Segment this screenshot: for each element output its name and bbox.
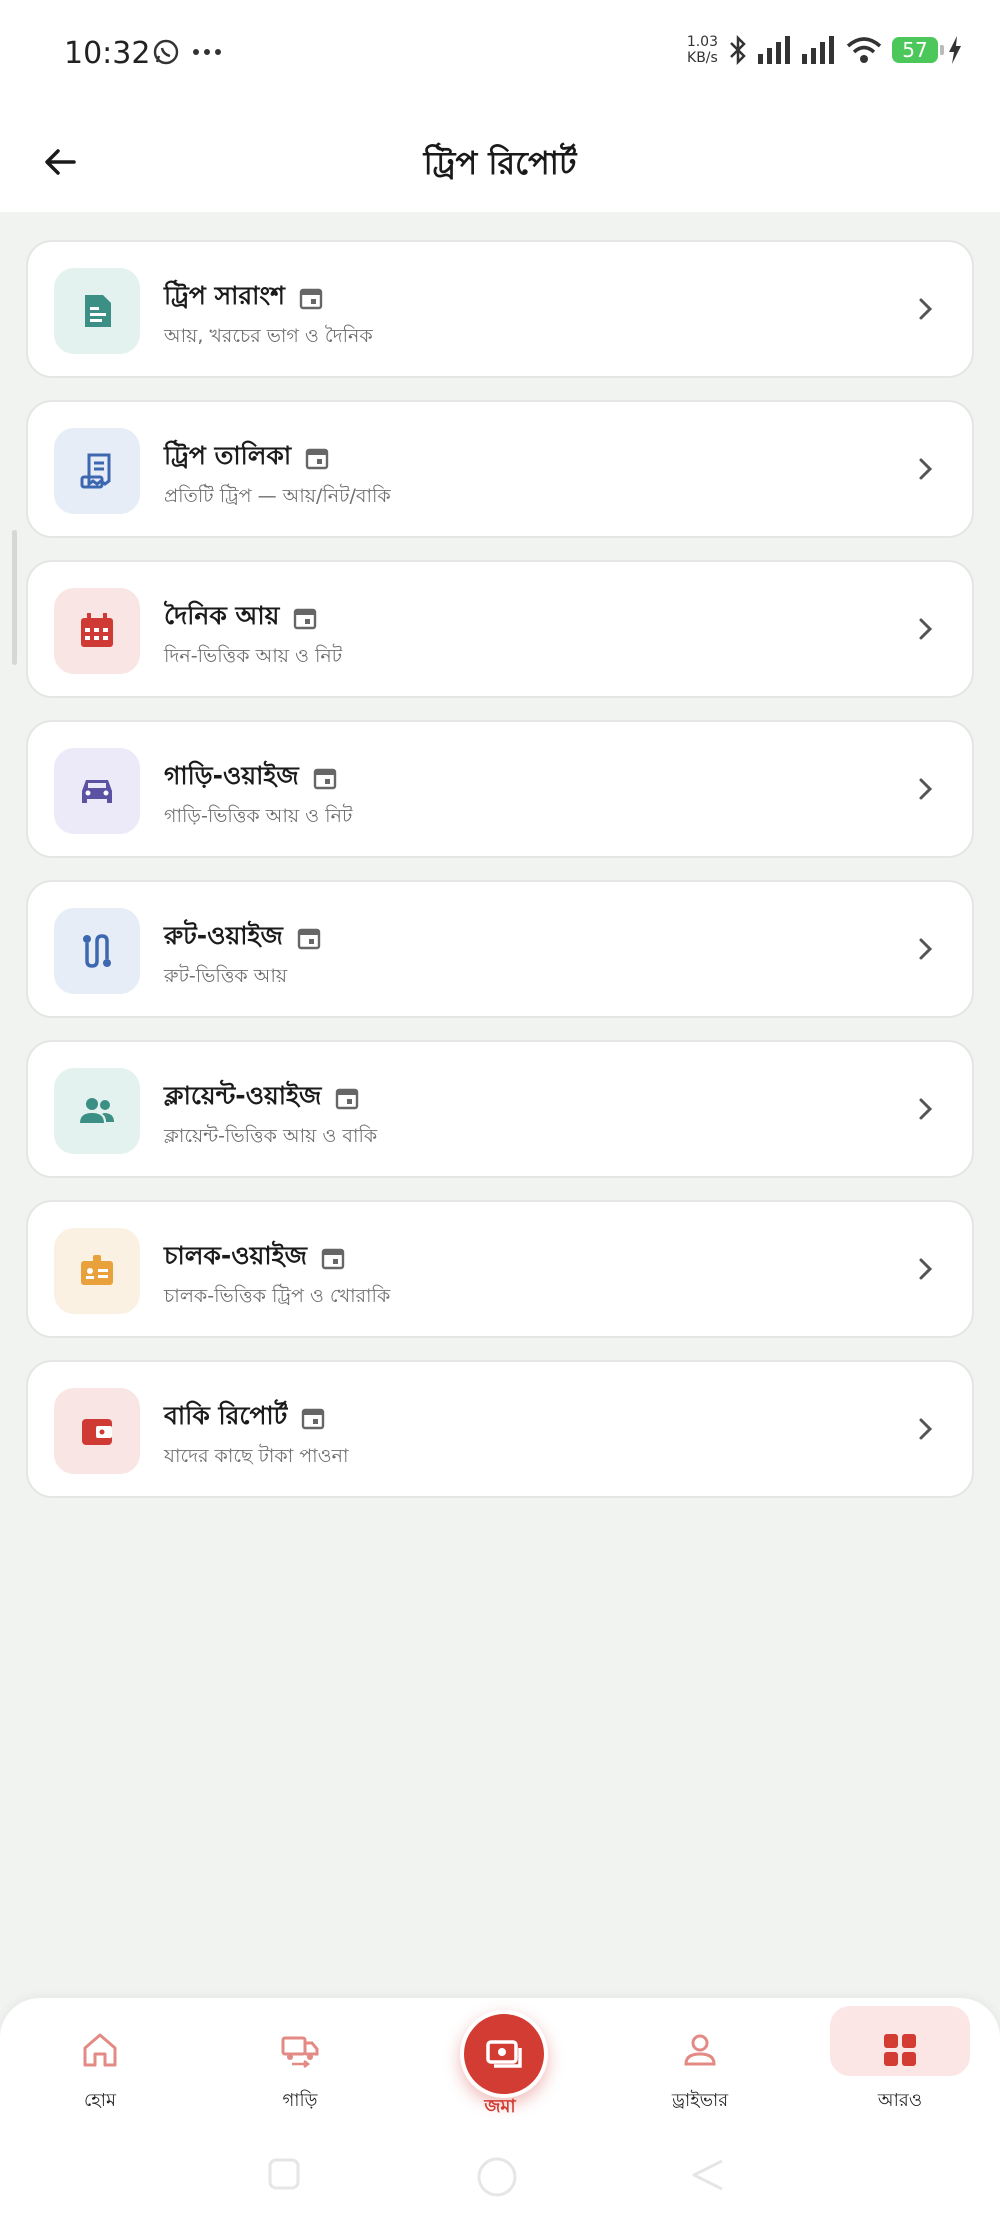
people-icon xyxy=(54,1068,140,1154)
report-title: ট্রিপ তালিকা xyxy=(164,441,292,470)
home-icon xyxy=(83,2033,117,2067)
chevron-right-icon xyxy=(919,1258,933,1280)
nav-more[interactable]: আরও xyxy=(830,2016,970,2116)
route-icon xyxy=(54,908,140,994)
calendar-small-icon xyxy=(302,1408,325,1429)
wallet-icon xyxy=(54,1388,140,1474)
truck-icon xyxy=(281,2036,319,2068)
scroll-indicator[interactable] xyxy=(12,530,17,665)
chevron-right-icon xyxy=(919,298,933,320)
report-subtitle: গাড়ি-ভিত্তিক আয় ও নিট xyxy=(164,805,353,827)
chevron-right-icon xyxy=(919,1098,933,1120)
car-icon xyxy=(54,748,140,834)
report-list: ট্রিপ সারাংশ আয়, খরচের ভাগ ও দৈনিক ট্রি… xyxy=(26,240,974,1520)
recents-icon[interactable] xyxy=(267,2157,301,2191)
document-icon xyxy=(54,268,140,354)
more-dots-icon xyxy=(193,49,221,55)
report-card-vehicle-wise[interactable]: গাড়ি-ওয়াইজ গাড়ি-ভিত্তিক আয় ও নিট xyxy=(26,720,974,858)
wifi-icon xyxy=(846,37,882,63)
calendar-small-icon xyxy=(321,1248,345,1269)
calendar-small-icon xyxy=(336,1088,359,1109)
report-card-daily-income[interactable]: দৈনিক আয় দিন-ভিত্তিক আয় ও নিট xyxy=(26,560,974,698)
nav-driver-label: ড্রাইভার xyxy=(671,2090,729,2111)
report-title: রুট-ওয়াইজ xyxy=(164,921,283,950)
chevron-right-icon xyxy=(919,778,933,800)
report-title: বাকি রিপোর্ট xyxy=(164,1401,288,1430)
calendar-small-icon xyxy=(305,448,329,469)
report-subtitle: আয়, খরচের ভাগ ও দৈনিক xyxy=(164,325,373,347)
nav-home[interactable]: হোম xyxy=(30,2016,170,2116)
report-subtitle: দিন-ভিত্তিক আয় ও নিট xyxy=(164,645,343,667)
calendar-small-icon xyxy=(297,928,321,949)
report-card-trip-list[interactable]: ট্রিপ তালিকা প্রতিটি ট্রিপ — আয়/নিট/বাক… xyxy=(26,400,974,538)
nav-deposit-label: জমা xyxy=(484,2096,516,2117)
status-bar: 10:32 1.03 KB/s 57 xyxy=(0,0,1000,110)
nav-home-label: হোম xyxy=(84,2090,116,2111)
calendar-small-icon xyxy=(299,288,323,309)
report-title: গাড়ি-ওয়াইজ xyxy=(164,761,299,790)
nav-driver[interactable]: ড্রাইভার xyxy=(630,2016,770,2116)
status-time: 10:32 xyxy=(64,36,151,71)
chevron-right-icon xyxy=(919,458,933,480)
calendar-small-icon xyxy=(294,608,317,629)
report-title: দৈনিক আয় xyxy=(164,601,280,630)
back-triangle-icon[interactable] xyxy=(690,2157,726,2193)
report-title: ট্রিপ সারাংশ xyxy=(164,281,285,310)
receipt-icon xyxy=(54,428,140,514)
report-card-due-report[interactable]: বাকি রিপোর্ট যাদের কাছে টাকা পাওনা xyxy=(26,1360,974,1498)
chevron-right-icon xyxy=(919,938,933,960)
chevron-right-icon xyxy=(919,618,933,640)
battery-indicator: 57 xyxy=(892,37,944,63)
app-bar: ট্রিপ রিপোর্ট xyxy=(0,110,1000,212)
net-speed: 1.03 KB/s xyxy=(686,34,718,66)
report-card-route-wise[interactable]: রুট-ওয়াইজ রুট-ভিত্তিক আয় xyxy=(26,880,974,1018)
report-subtitle: রুট-ভিত্তিক আয় xyxy=(164,965,288,987)
calendar-small-icon xyxy=(313,768,336,789)
nav-vehicle[interactable]: গাড়ি xyxy=(230,2016,370,2116)
nav-more-label: আরও xyxy=(877,2090,923,2111)
grid-icon xyxy=(884,2034,916,2066)
report-title: চালক-ওয়াইজ xyxy=(164,1241,307,1270)
calendar-icon xyxy=(54,588,140,674)
bluetooth-icon xyxy=(730,34,746,66)
report-subtitle: ক্লায়েন্ট-ভিত্তিক আয় ও বাকি xyxy=(164,1125,378,1147)
home-circle-icon[interactable] xyxy=(475,2155,519,2199)
report-card-driver-wise[interactable]: চালক-ওয়াইজ চালক-ভিত্তিক ট্রিপ ও খোরাকি xyxy=(26,1200,974,1338)
page-title: ট্রিপ রিপোর্ট xyxy=(423,144,577,182)
deposit-fab-button[interactable] xyxy=(460,2010,548,2098)
report-card-trip-summary[interactable]: ট্রিপ সারাংশ আয়, খরচের ভাগ ও দৈনিক xyxy=(26,240,974,378)
signal-icon-2 xyxy=(802,36,834,64)
chevron-right-icon xyxy=(919,1418,933,1440)
badge-icon xyxy=(54,1228,140,1314)
report-title: ক্লায়েন্ট-ওয়াইজ xyxy=(164,1081,322,1110)
report-subtitle: যাদের কাছে টাকা পাওনা xyxy=(164,1445,349,1467)
charging-icon xyxy=(949,36,961,64)
cash-icon xyxy=(486,2040,522,2068)
signal-icon xyxy=(758,36,790,64)
person-icon xyxy=(684,2034,716,2066)
system-nav-bar xyxy=(0,2122,1000,2225)
nav-vehicle-label: গাড়ি xyxy=(282,2090,318,2111)
whatsapp-icon xyxy=(153,39,179,65)
report-subtitle: প্রতিটি ট্রিপ — আয়/নিট/বাকি xyxy=(164,485,391,507)
report-card-client-wise[interactable]: ক্লায়েন্ট-ওয়াইজ ক্লায়েন্ট-ভিত্তিক আয়… xyxy=(26,1040,974,1178)
report-subtitle: চালক-ভিত্তিক ট্রিপ ও খোরাকি xyxy=(164,1285,391,1307)
